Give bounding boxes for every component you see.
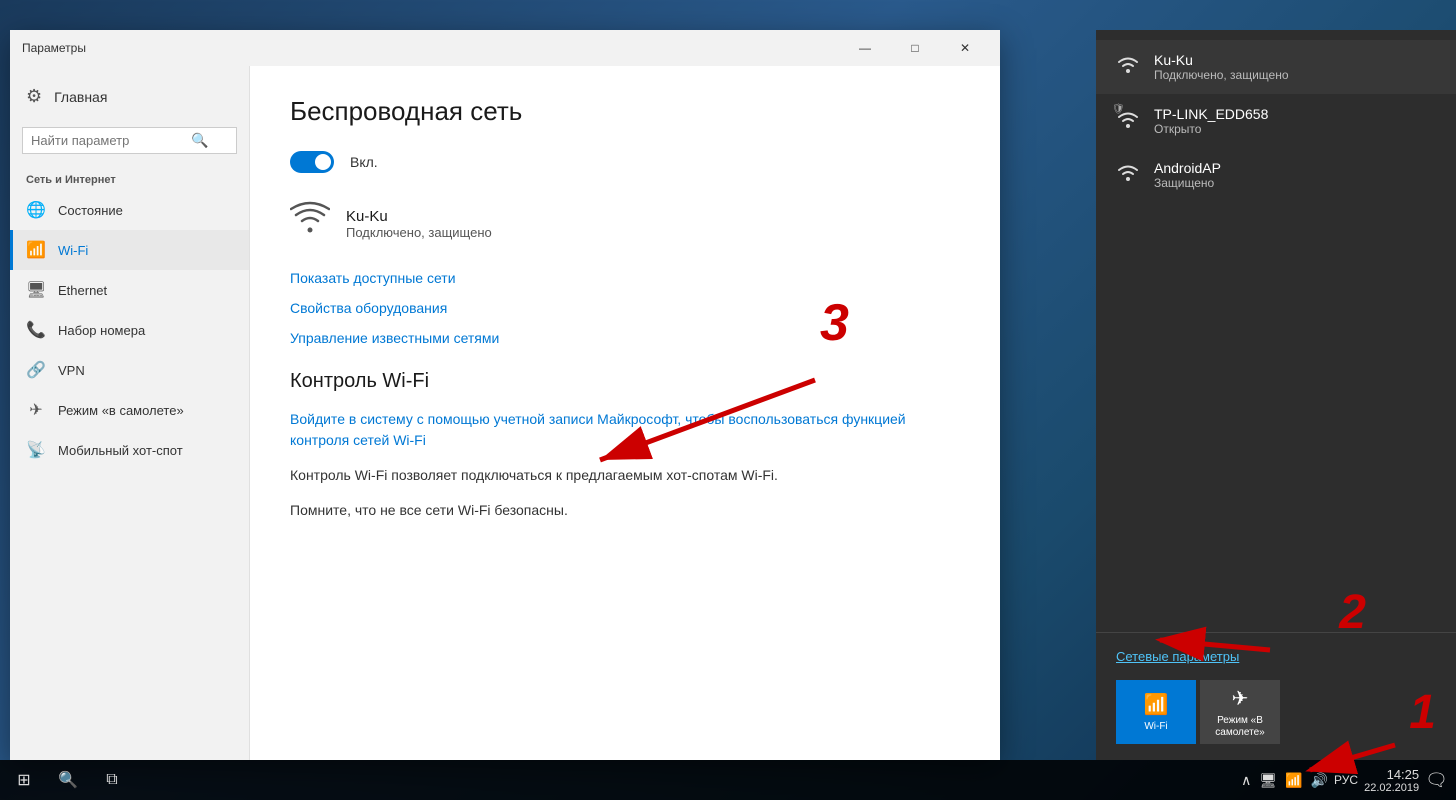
wifi-control-title: Контроль Wi-Fi: [290, 370, 960, 393]
flyout-tplink-info: TP-LINK_EDD658 Открыто: [1154, 106, 1268, 136]
sidebar-home-label: Главная: [54, 89, 107, 105]
flyout-tplink-name: TP-LINK_EDD658: [1154, 106, 1268, 122]
flyout-network-androidap[interactable]: AndroidAP Защищено: [1096, 148, 1456, 202]
network-flyout: Ku-Ku Подключено, защищено 🛡 TP-LINK_EDD…: [1096, 30, 1456, 760]
window-title: Параметры: [22, 41, 86, 55]
flyout-wifi-icon-kuku: [1116, 53, 1140, 81]
taskbar-right: ∧ 🖥 📶 🔊 РУС 14:25 22.02.2019 🗨: [1241, 767, 1456, 794]
status-icon: 🌐: [26, 200, 46, 220]
desktop: Параметры — □ ✕ ⚙ Главная 🔍 Сеть и Интер…: [0, 0, 1456, 800]
maximize-button[interactable]: □: [892, 38, 938, 58]
home-icon: ⚙: [26, 86, 42, 107]
language-indicator[interactable]: РУС: [1334, 773, 1358, 787]
sidebar-item-vpn-label: VPN: [58, 363, 85, 378]
sidebar-item-dialup[interactable]: 📞 Набор номера: [10, 310, 249, 350]
ms-login-link[interactable]: Войдите в систему с помощью учетной запи…: [290, 409, 960, 451]
sidebar-item-hotspot-label: Мобильный хот-спот: [58, 443, 183, 458]
sidebar-item-status-label: Состояние: [58, 203, 123, 218]
wifi-toggle[interactable]: [290, 151, 334, 173]
clock-time: 14:25: [1364, 767, 1419, 782]
sidebar-item-vpn[interactable]: 🔗 VPN: [10, 350, 249, 390]
wifi-tray-icon[interactable]: 📶: [1285, 772, 1302, 789]
airplane-icon: ✈: [26, 400, 46, 420]
taskbar: ⊞ 🔍 ⧉ ∧ 🖥 📶 🔊 РУС 14:25 22.02.2019 🗨: [0, 760, 1456, 800]
flyout-wifi-icon-androidap: [1116, 161, 1140, 189]
network-settings-label[interactable]: Сетевые параметры: [1116, 649, 1436, 664]
page-title: Беспроводная сеть: [290, 96, 960, 127]
search-icon: 🔍: [191, 132, 208, 149]
search-button[interactable]: 🔍: [48, 760, 88, 800]
title-bar: Параметры — □ ✕: [10, 30, 1000, 66]
shield-overlay-icon: 🛡: [1112, 104, 1125, 115]
flyout-kuku-status: Подключено, защищено: [1154, 68, 1289, 82]
wifi-control-body-2: Помните, что не все сети Wi-Fi безопасны…: [290, 500, 960, 521]
wifi-control-body-1: Контроль Wi-Fi позволяет подключаться к …: [290, 465, 960, 486]
ethernet-icon: 🖥: [26, 280, 46, 300]
clock-date: 22.02.2019: [1364, 782, 1419, 794]
wifi-nav-icon: 📶: [26, 240, 46, 260]
adapter-props-link[interactable]: Свойства оборудования: [290, 300, 960, 316]
sidebar-item-dialup-label: Набор номера: [58, 323, 145, 338]
start-button[interactable]: ⊞: [4, 760, 44, 800]
flyout-bottom: Сетевые параметры 📶 Wi-Fi ✈ Режим «В сам…: [1096, 632, 1456, 760]
sidebar-home[interactable]: ⚙ Главная: [10, 74, 249, 119]
vpn-icon: 🔗: [26, 360, 46, 380]
main-content: Беспроводная сеть Вкл.: [250, 66, 1000, 760]
sidebar-item-wifi[interactable]: 📶 Wi-Fi: [10, 230, 249, 270]
sidebar-item-hotspot[interactable]: 📡 Мобильный хот-спот: [10, 430, 249, 470]
toggle-label: Вкл.: [350, 154, 378, 170]
flyout-network-kuku[interactable]: Ku-Ku Подключено, защищено: [1096, 40, 1456, 94]
flyout-tplink-icon-wrapper: 🛡: [1116, 108, 1140, 135]
taskbar-left: ⊞ 🔍 ⧉: [0, 760, 132, 800]
flyout-kuku-info: Ku-Ku Подключено, защищено: [1154, 52, 1289, 82]
flyout-tiles: 📶 Wi-Fi ✈ Режим «В самолете»: [1116, 680, 1436, 744]
network-name: Ku-Ku: [346, 208, 492, 225]
minimize-button[interactable]: —: [842, 38, 888, 58]
volume-tray-icon[interactable]: 🔊: [1311, 772, 1328, 789]
taskbar-system-icons: ∧ 🖥 📶 🔊: [1241, 772, 1328, 789]
flyout-androidap-status: Защищено: [1154, 176, 1221, 190]
flyout-network-tplink[interactable]: 🛡 TP-LINK_EDD658 Открыто: [1096, 94, 1456, 148]
chevron-up-icon[interactable]: ∧: [1241, 772, 1251, 789]
airplane-tile-label: Режим «В самолете»: [1200, 715, 1280, 739]
show-networks-link[interactable]: Показать доступные сети: [290, 270, 960, 286]
connected-network-card: Ku-Ku Подключено, защищено: [290, 201, 960, 246]
wifi-tile-label: Wi-Fi: [1144, 721, 1167, 733]
close-button[interactable]: ✕: [942, 38, 988, 58]
connected-network-info: Ku-Ku Подключено, защищено: [346, 208, 492, 240]
notification-icon[interactable]: 🗨: [1425, 770, 1448, 791]
sidebar-item-status[interactable]: 🌐 Состояние: [10, 190, 249, 230]
hotspot-icon: 📡: [26, 440, 46, 460]
flyout-networks-list: Ku-Ku Подключено, защищено 🛡 TP-LINK_EDD…: [1096, 30, 1456, 632]
airplane-tile[interactable]: ✈ Режим «В самолете»: [1200, 680, 1280, 744]
wifi-signal-icon: [290, 201, 330, 246]
sidebar-item-airplane-label: Режим «в самолете»: [58, 403, 184, 418]
sidebar-item-ethernet-label: Ethernet: [58, 283, 107, 298]
search-box: 🔍: [22, 127, 237, 154]
wifi-tile[interactable]: 📶 Wi-Fi: [1116, 680, 1196, 744]
sidebar-item-airplane[interactable]: ✈ Режим «в самолете»: [10, 390, 249, 430]
window-controls: — □ ✕: [842, 38, 988, 58]
flyout-androidap-name: AndroidAP: [1154, 160, 1221, 176]
flyout-tplink-status: Открыто: [1154, 122, 1268, 136]
dialup-icon: 📞: [26, 320, 46, 340]
settings-window: Параметры — □ ✕ ⚙ Главная 🔍 Сеть и Интер…: [10, 30, 1000, 760]
sidebar-item-wifi-label: Wi-Fi: [58, 243, 88, 258]
manage-networks-link[interactable]: Управление известными сетями: [290, 330, 960, 346]
task-view-button[interactable]: ⧉: [92, 760, 132, 800]
airplane-tile-icon: ✈: [1232, 686, 1249, 711]
sidebar-item-ethernet[interactable]: 🖥 Ethernet: [10, 270, 249, 310]
sidebar-section-label: Сеть и Интернет: [10, 162, 249, 190]
settings-body: ⚙ Главная 🔍 Сеть и Интернет 🌐 Состояние …: [10, 66, 1000, 760]
network-status: Подключено, защищено: [346, 225, 492, 240]
sidebar: ⚙ Главная 🔍 Сеть и Интернет 🌐 Состояние …: [10, 66, 250, 760]
network-tray-icon[interactable]: 🖥: [1259, 772, 1277, 789]
flyout-kuku-name: Ku-Ku: [1154, 52, 1289, 68]
search-input[interactable]: [31, 133, 191, 148]
taskbar-time[interactable]: 14:25 22.02.2019: [1364, 767, 1419, 794]
wifi-toggle-row: Вкл.: [290, 151, 960, 173]
wifi-tile-icon: 📶: [1144, 692, 1169, 717]
flyout-androidap-info: AndroidAP Защищено: [1154, 160, 1221, 190]
